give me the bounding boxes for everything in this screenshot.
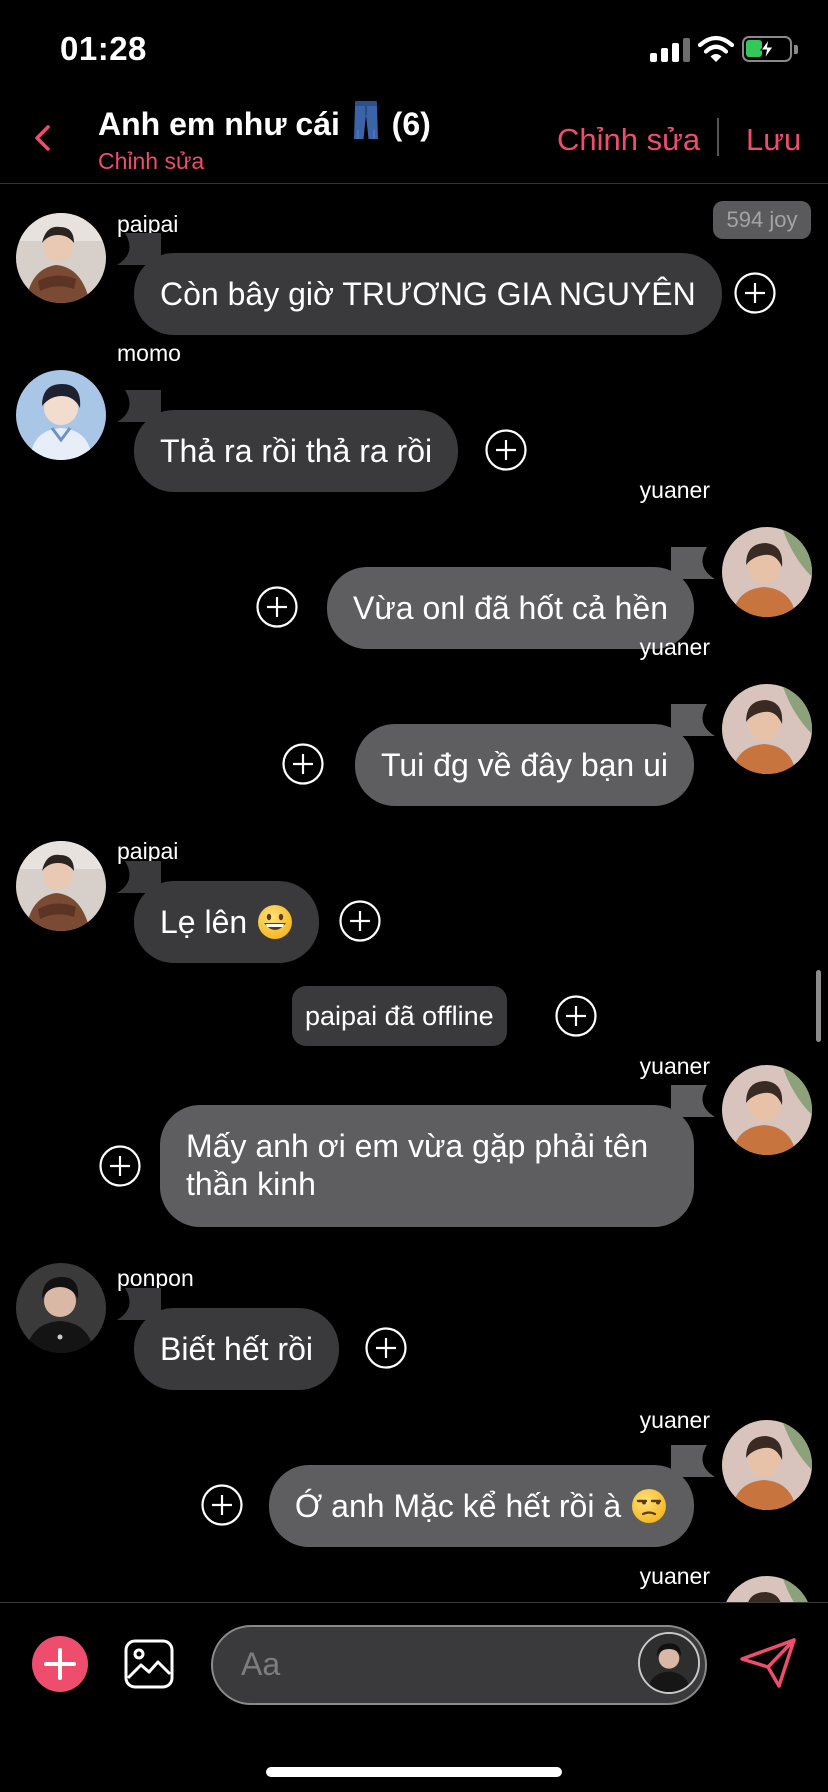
message-bubble[interactable]: Ớ anh Mặc kể hết rồi à — [268, 1465, 694, 1547]
message-bubble[interactable]: Biết hết rồi — [134, 1308, 339, 1390]
chat-title-text: Anh em như cái — [98, 106, 340, 142]
grinning-face-emoji-icon — [258, 905, 293, 939]
jeans-icon — [353, 101, 378, 139]
avatar-paipai[interactable] — [16, 213, 106, 303]
avatar-yuaner[interactable] — [722, 1420, 812, 1510]
avatar-current-user[interactable] — [638, 1632, 700, 1694]
message-text: Ớ anh Mặc kể hết rồi à — [294, 1488, 622, 1524]
battery-icon — [742, 36, 798, 62]
avatar-paipai[interactable] — [16, 841, 106, 931]
add-reaction-plus-icon[interactable] — [338, 899, 382, 943]
add-reaction-plus-icon[interactable] — [484, 428, 528, 472]
avatar-yuaner[interactable] — [722, 1576, 812, 1603]
wifi-icon — [697, 35, 735, 62]
edit-button[interactable]: Chỉnh sửa — [557, 122, 700, 158]
sender-name: yuaner — [639, 477, 710, 503]
scroll-indicator[interactable] — [816, 970, 821, 1042]
add-plus-icon[interactable] — [31, 1635, 89, 1693]
send-icon[interactable] — [739, 1637, 797, 1689]
message-text: Lẹ lên — [160, 904, 248, 940]
message-bubble[interactable]: Mấy anh ơi em vừa gặp phải tên thần kinh — [160, 1105, 694, 1227]
avatar-ponpon[interactable] — [16, 1263, 106, 1353]
add-reaction-plus-icon[interactable] — [733, 271, 777, 315]
joy-badge: 594 joy — [713, 201, 811, 239]
status-bar: 01:28 — [0, 0, 828, 96]
message-input[interactable] — [241, 1627, 581, 1702]
header-subtitle[interactable]: Chỉnh sửa — [98, 148, 204, 175]
sender-name: yuaner — [639, 1407, 710, 1433]
chat-title: Anh em như cái (6) — [98, 100, 431, 143]
avatar-yuaner[interactable] — [722, 1065, 812, 1155]
message-field[interactable] — [211, 1625, 707, 1705]
charging-bolt-icon — [760, 39, 774, 59]
header-divider — [717, 118, 719, 156]
image-icon[interactable] — [123, 1638, 175, 1690]
sender-name: yuaner — [639, 1053, 710, 1079]
message-input-bar — [0, 1602, 828, 1792]
message-bubble[interactable]: Thả ra rồi thả ra rồi — [134, 410, 459, 492]
message-bubble[interactable]: Tui đg về đây bạn ui — [355, 724, 694, 806]
system-message: paipai đã offline — [292, 986, 507, 1046]
message-bubble[interactable]: Còn bây giờ TRƯƠNG GIA NGUYÊN — [134, 253, 722, 335]
sender-name: yuaner — [639, 634, 710, 660]
sender-name: momo — [117, 340, 181, 366]
add-reaction-plus-icon[interactable] — [98, 1144, 142, 1188]
save-button[interactable]: Lưu — [746, 122, 801, 158]
avatar-yuaner[interactable] — [722, 527, 812, 617]
unamused-face-emoji-icon — [632, 1489, 666, 1523]
back-chevron-icon[interactable] — [28, 118, 58, 158]
add-reaction-plus-icon[interactable] — [364, 1326, 408, 1370]
status-time: 01:28 — [60, 30, 147, 67]
add-reaction-plus-icon[interactable] — [255, 585, 299, 629]
avatar-yuaner[interactable] — [722, 684, 812, 774]
add-reaction-plus-icon[interactable] — [554, 994, 598, 1038]
member-count: (6) — [391, 106, 431, 142]
chat-header: Anh em như cái (6) Chỉnh sửa Chỉnh sửa L… — [0, 96, 828, 184]
message-bubble[interactable]: Lẹ lên — [134, 881, 319, 963]
add-reaction-plus-icon[interactable] — [281, 742, 325, 786]
sender-name: yuaner — [639, 1563, 710, 1589]
chat-messages[interactable]: 594 joy paipai Còn bây giờ TRƯƠNG GIA NG… — [0, 185, 828, 1603]
add-reaction-plus-icon[interactable] — [200, 1483, 244, 1527]
signal-icon — [650, 38, 692, 62]
avatar-momo[interactable] — [16, 370, 106, 460]
home-indicator[interactable] — [266, 1767, 562, 1777]
